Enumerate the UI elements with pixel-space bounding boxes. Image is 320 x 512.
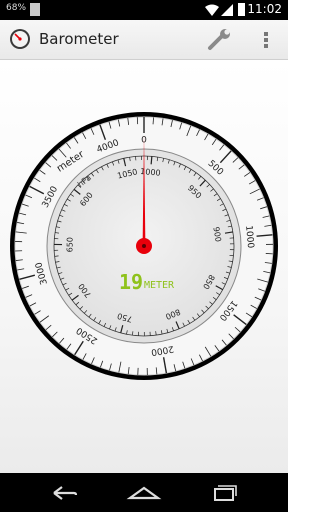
battery-icon [238, 3, 245, 16]
content-area: 0500100015002000250030003500400010009509… [0, 60, 288, 473]
overflow-menu-icon[interactable] [258, 29, 274, 51]
app-bar: Barometer [0, 20, 288, 60]
digital-value: 19 [119, 270, 143, 294]
outer-tick [152, 117, 154, 125]
back-icon[interactable] [44, 481, 84, 505]
outer-scale-label: 1000 [243, 225, 255, 249]
signal-icon [221, 4, 233, 16]
recents-icon[interactable] [204, 481, 244, 505]
digital-unit: METER [144, 280, 175, 291]
home-icon[interactable] [124, 481, 164, 505]
barometer-app-icon [10, 29, 30, 49]
app-title: Barometer [39, 30, 119, 48]
status-bar: 68% 11:02 [0, 0, 288, 20]
outer-scale-label: 0 [141, 136, 147, 146]
settings-wrench-icon[interactable] [207, 29, 233, 51]
wifi-icon [205, 4, 219, 16]
battery-percent: 68% [6, 3, 27, 13]
barometer-gauge: 0500100015002000250030003500400010009509… [10, 112, 278, 380]
clock: 11:02 [247, 2, 282, 16]
sd-card-icon [30, 3, 40, 16]
inner-scale-label: 1000 [140, 167, 161, 178]
inner-tick [150, 156, 153, 165]
inner-scale-label: 650 [65, 237, 74, 252]
navigation-bar [0, 473, 288, 512]
